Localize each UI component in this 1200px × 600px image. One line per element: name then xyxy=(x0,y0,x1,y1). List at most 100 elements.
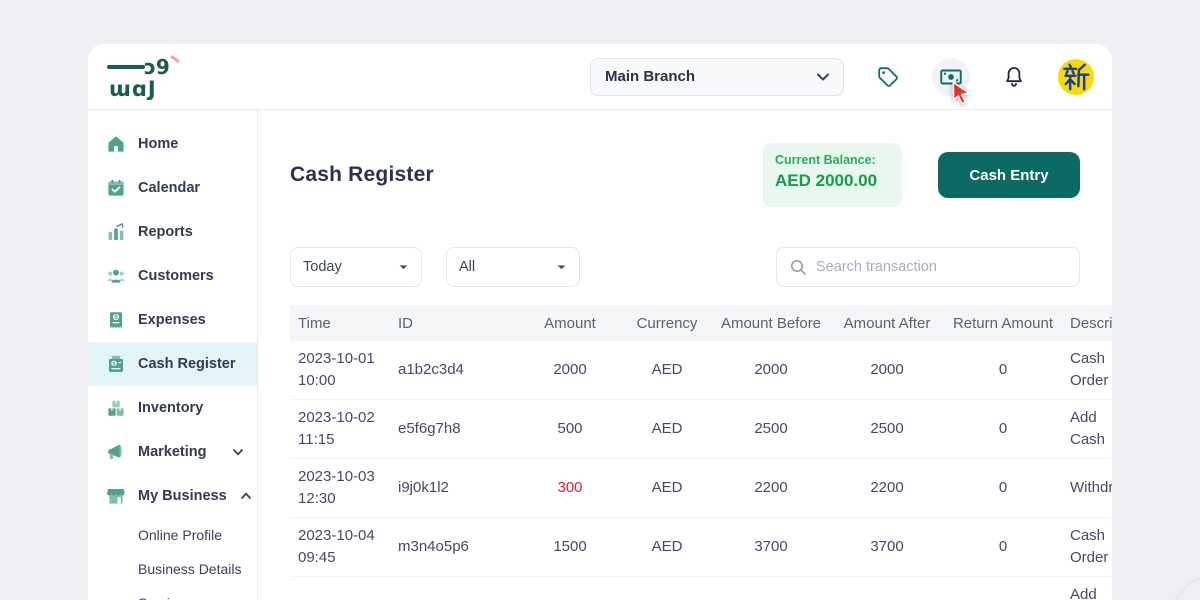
cash-entry-button[interactable]: Cash Entry xyxy=(938,152,1080,198)
sidebar-item-label: My Business xyxy=(138,488,227,504)
sidebar-item-reports[interactable]: Reports xyxy=(88,210,257,254)
sidebar: Home Calendar Reports Customers $ Expenses $ Ca… xyxy=(88,110,258,600)
topbar: waj ɔ9 ɯɑJ Main Branch xyxy=(88,44,1112,110)
page-title: Cash Register xyxy=(290,163,434,186)
sidebar-item-label: Inventory xyxy=(138,400,204,416)
waj-logo[interactable]: waj ɔ9 ɯɑJ xyxy=(106,54,186,101)
balance-value: AED 2000.00 xyxy=(775,171,878,190)
filters-row: Today All xyxy=(290,247,1080,287)
svg-text:$: $ xyxy=(113,361,116,367)
sidebar-item-customers[interactable]: Customers xyxy=(88,254,257,298)
table-row[interactable]: 2023-10-02 11:15 e5f6g7h8 500 AED 2500 2500 0 Ad… xyxy=(290,400,1112,459)
page-header: Cash Register Current Balance: AED 2000.… xyxy=(290,143,1080,207)
type-filter-value: All xyxy=(459,259,476,275)
sidebar-item-label: Calendar xyxy=(138,180,201,196)
cell-return-amount: 0 xyxy=(998,479,1008,496)
chevron-down-icon xyxy=(557,264,566,269)
sidebar-item-inventory[interactable]: Inventory xyxy=(88,386,257,430)
cell-currency: AED xyxy=(651,420,683,437)
bell-icon[interactable] xyxy=(1002,65,1026,89)
sidebar-subitem-services[interactable]: Services xyxy=(88,586,257,600)
cell-amount-after: 2200 xyxy=(870,479,904,496)
sidebar-item-cash-register[interactable]: $ Cash Register xyxy=(88,342,257,386)
sidebar-item-marketing[interactable]: Marketing xyxy=(88,430,257,474)
transactions-table: Time ID Amount Currency Amount Before Amount … xyxy=(290,305,1112,600)
cell-currency: AED xyxy=(651,538,683,555)
table-row[interactable]: 2023-10-03 12:30 i9j0k1l2 300 AED 2200 2200 0 Wi… xyxy=(290,459,1112,518)
branch-select-value: Main Branch xyxy=(605,68,696,85)
sidebar-item-expenses[interactable]: $ Expenses xyxy=(88,298,257,342)
table-header-row: Time ID Amount Currency Amount Before Amount … xyxy=(290,305,1112,341)
sidebar-subitem-business-details[interactable]: Business Details xyxy=(88,552,257,586)
customers-icon xyxy=(106,266,126,286)
table-row[interactable]: 2023-10-01 10:00 a1b2c3d4 2000 AED 2000 2000 0 C… xyxy=(290,341,1112,400)
sidebar-subitem-online-profile[interactable]: Online Profile xyxy=(88,518,257,552)
cell-amount-after: 3700 xyxy=(870,538,904,555)
inventory-icon xyxy=(106,398,126,418)
cell-amount: 300 xyxy=(557,479,583,496)
main-content: Cash Register Current Balance: AED 2000.… xyxy=(258,110,1112,600)
cell-amount-after: 4500 xyxy=(830,577,944,600)
sidebar-item-label: Expenses xyxy=(138,312,206,328)
cell-id: e5f6g7h8 xyxy=(398,420,461,437)
cell-currency: AED xyxy=(651,479,683,496)
cell-amount-before: 2000 xyxy=(754,361,788,378)
sidebar-item-label: Marketing xyxy=(138,444,207,460)
cell-description: Add Cash xyxy=(1070,409,1106,448)
expenses-icon: $ xyxy=(106,310,126,330)
search-input[interactable] xyxy=(816,259,1067,275)
balance-label: Current Balance: xyxy=(775,153,876,167)
sidebar-item-calendar[interactable]: Calendar xyxy=(88,166,257,210)
cell-id: i9j0k1l2 xyxy=(398,479,449,496)
cell-description: Cash Order xyxy=(1070,527,1109,566)
date-filter-value: Today xyxy=(303,259,342,275)
transactions-table-wrap: Time ID Amount Currency Amount Before Amount … xyxy=(290,305,1112,600)
table-row[interactable]: 2023-10-04 09:45 m3n4o5p6 1500 AED 3700 3700 0 C… xyxy=(290,518,1112,577)
balance-card: Current Balance: AED 2000.00 xyxy=(763,143,902,207)
cell-time: 2023-10-03 12:30 xyxy=(298,468,375,507)
sidebar-item-label: Cash Register xyxy=(138,356,236,372)
cell-amount: 800 xyxy=(518,577,622,600)
cell-time: 2023-10-02 11:15 xyxy=(298,409,375,448)
branch-select[interactable]: Main Branch xyxy=(590,57,844,96)
column-header-description: Description xyxy=(1062,305,1112,341)
sidebar-item-my-business[interactable]: My Business xyxy=(88,474,257,518)
my-business-icon xyxy=(106,486,126,506)
cell-currency: AED xyxy=(651,361,683,378)
search-box xyxy=(776,247,1080,287)
date-filter-select[interactable]: Today xyxy=(290,247,422,287)
svg-text:ɔ9: ɔ9 xyxy=(144,55,170,79)
cell-time: 2023-10-04 09:45 xyxy=(298,527,375,566)
chevron-up-icon xyxy=(240,492,251,499)
table-body: 2023-10-01 10:00 a1b2c3d4 2000 AED 2000 2000 0 C… xyxy=(290,341,1112,600)
cash-icon[interactable] xyxy=(932,57,970,96)
marketing-icon xyxy=(106,442,126,462)
cell-amount: 500 xyxy=(557,420,583,437)
avatar[interactable]: 新 xyxy=(1058,58,1094,95)
chevron-down-icon xyxy=(399,264,408,269)
decorative-arc xyxy=(1170,574,1200,600)
column-header-amount-after: Amount After xyxy=(830,305,944,341)
home-icon xyxy=(106,134,126,154)
calendar-icon xyxy=(106,178,126,198)
column-header-amount: Amount xyxy=(518,305,622,341)
cell-id: a1b2c3d4 xyxy=(398,361,464,378)
sidebar-item-label: Home xyxy=(138,136,179,152)
cell-description: Withdraw xyxy=(1070,479,1112,496)
tag-icon[interactable] xyxy=(876,65,900,89)
table-row[interactable]: 2023-10-05q7r8s9t0800AED450045000Add Cas… xyxy=(290,577,1112,600)
column-header-currency: Currency xyxy=(622,305,712,341)
sidebar-item-home[interactable]: Home xyxy=(88,122,257,166)
type-filter-select[interactable]: All xyxy=(446,247,580,287)
cell-return-amount: 0 xyxy=(998,538,1008,555)
sidebar-item-label: Reports xyxy=(138,224,193,240)
avatar-glyph xyxy=(1063,63,1090,90)
cell-amount-after: 2000 xyxy=(870,361,904,378)
cell-amount-after: 2500 xyxy=(870,420,904,437)
cell-currency: AED xyxy=(622,577,712,600)
cell-id: m3n4o5p6 xyxy=(398,538,469,555)
column-header-id: ID xyxy=(390,305,518,341)
cell-time: 2023-10-01 10:00 xyxy=(298,350,375,389)
cell-description: Cash Order xyxy=(1070,350,1109,389)
column-header-time: Time xyxy=(290,305,390,341)
